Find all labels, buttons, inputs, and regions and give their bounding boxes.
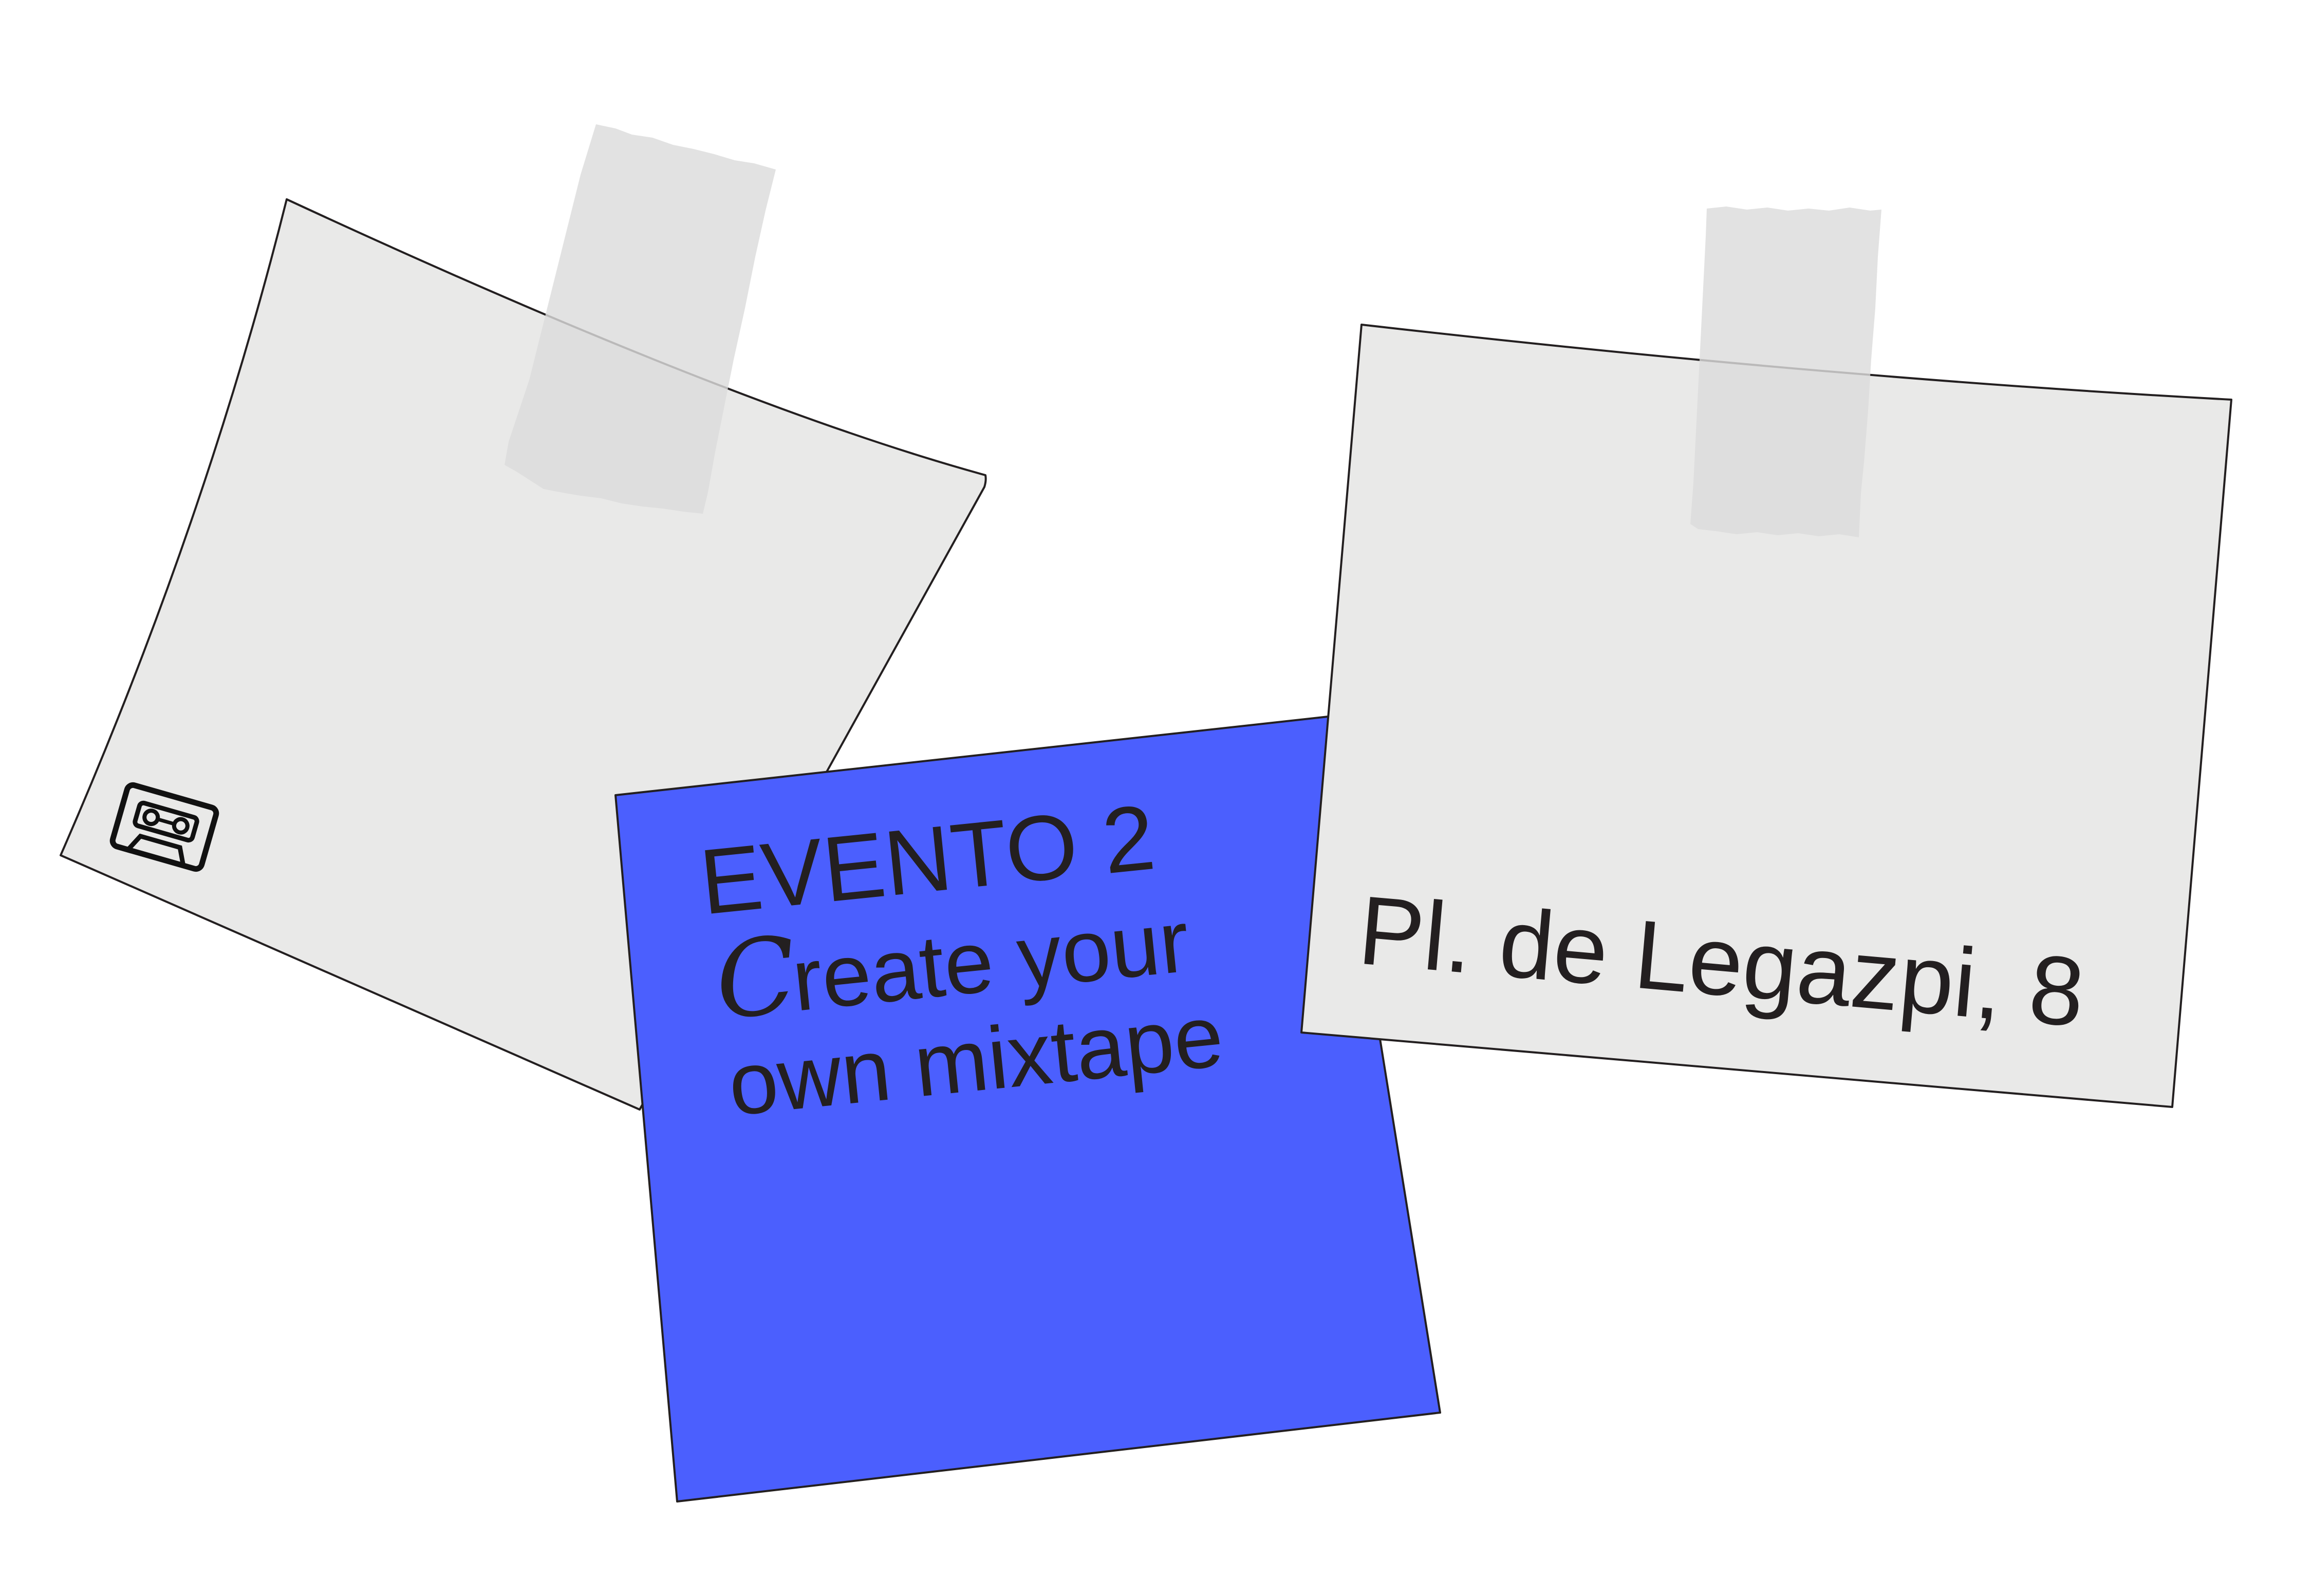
sticky-notes-board: EVENTO 2 Create your own mixtape Pl. de …: [60, 124, 2232, 1503]
right-tape: [1690, 206, 1881, 537]
event-note: EVENTO 2 Create your own mixtape: [614, 716, 1441, 1503]
